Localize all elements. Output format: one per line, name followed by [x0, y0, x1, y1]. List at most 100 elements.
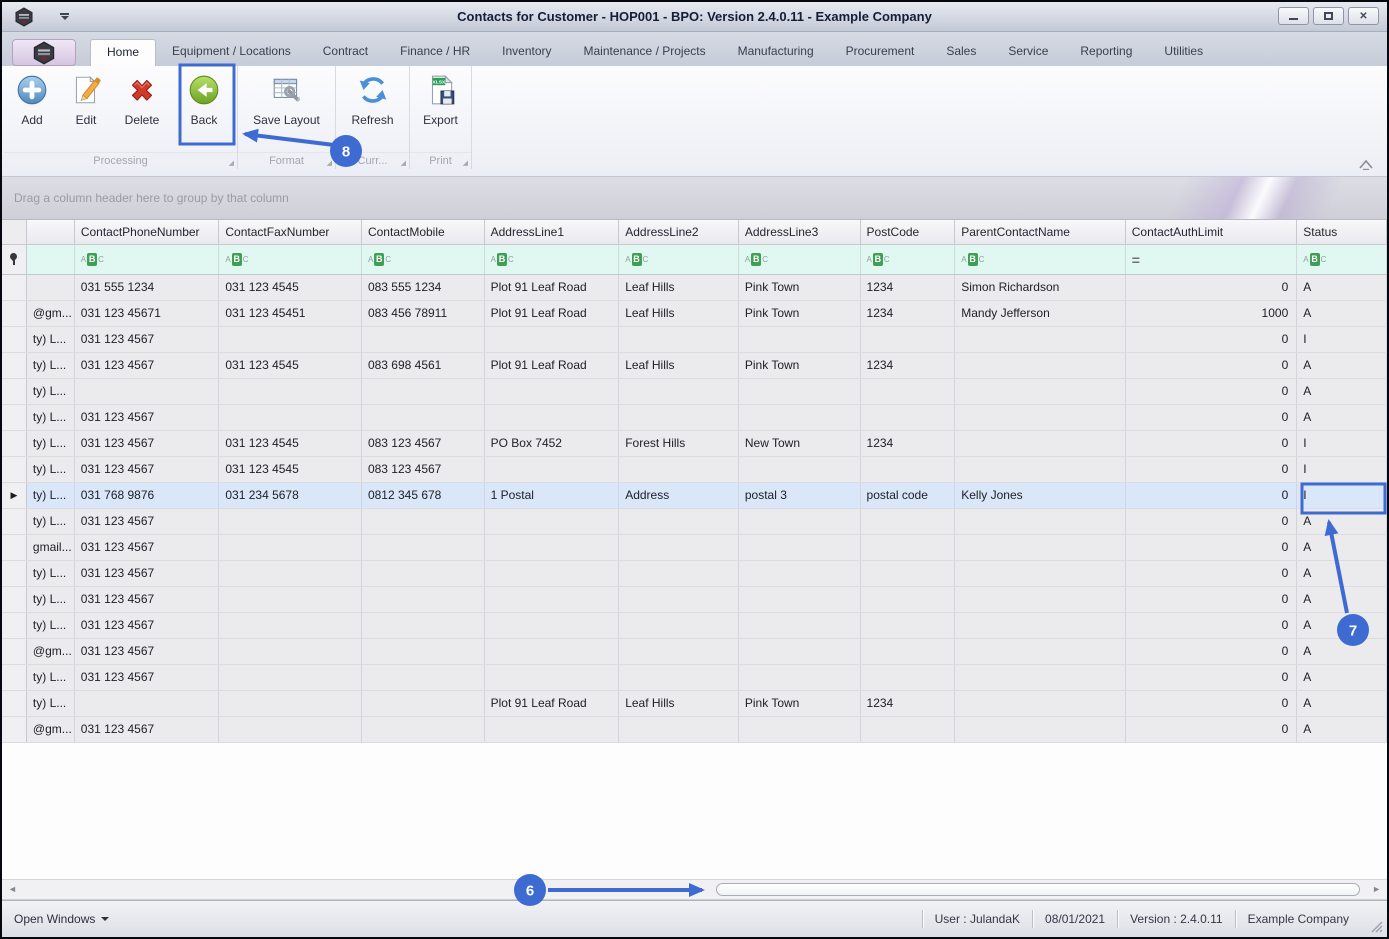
cell-addressline1[interactable]: Plot 91 Leaf Road	[485, 353, 620, 378]
cell-postcode[interactable]	[861, 327, 956, 352]
cell-contactmobile[interactable]	[362, 639, 485, 664]
cell-contactfaxnumber[interactable]	[219, 639, 362, 664]
tab-maintenance-projects[interactable]: Maintenance / Projects	[568, 39, 722, 66]
table-row[interactable]: @gm...031 123 45671031 123 45451083 456 …	[2, 301, 1387, 327]
cell-parentcontactname[interactable]	[955, 353, 1126, 378]
cell-parentcontactname[interactable]: Mandy Jefferson	[955, 301, 1126, 326]
cell-contactauthlimit[interactable]: 0	[1126, 327, 1298, 352]
maximize-button[interactable]	[1313, 7, 1344, 25]
cell-addressline2[interactable]	[619, 613, 739, 638]
cell-contactphonenumber[interactable]: 031 123 4567	[75, 405, 220, 430]
horizontal-scrollbar[interactable]: ◄ ►	[2, 879, 1387, 900]
cell-postcode[interactable]: 1234	[861, 301, 956, 326]
cell-postcode[interactable]: 1234	[861, 431, 956, 456]
cell-postcode[interactable]	[861, 587, 956, 612]
cell-truncated[interactable]	[27, 275, 75, 300]
cell-contactfaxnumber[interactable]	[219, 665, 362, 690]
column-header-postcode[interactable]: PostCode	[861, 220, 956, 244]
cell-addressline3[interactable]	[739, 379, 861, 404]
cell-truncated[interactable]: @gm...	[27, 717, 75, 742]
cell-truncated[interactable]: ty) L...	[27, 561, 75, 586]
tab-home[interactable]: Home	[90, 39, 156, 66]
tab-sales[interactable]: Sales	[930, 39, 992, 66]
export-button[interactable]: XLSX Export	[413, 70, 469, 127]
table-row[interactable]: ty) L...031 123 4567031 123 4545083 123 …	[2, 431, 1387, 457]
cell-status[interactable]: A	[1297, 717, 1387, 742]
filter-cell-addressline3[interactable]: ABC	[739, 245, 861, 274]
cell-contactphonenumber[interactable]: 031 123 4567	[75, 535, 220, 560]
table-row[interactable]: @gm...031 123 45670A	[2, 639, 1387, 665]
table-row[interactable]: ty) L...031 123 4567031 123 4545083 123 …	[2, 457, 1387, 483]
cell-truncated[interactable]: ty) L...	[27, 691, 75, 716]
cell-addressline1[interactable]: PO Box 7452	[485, 431, 620, 456]
filter-cell-addressline1[interactable]: ABC	[485, 245, 620, 274]
cell-contactfaxnumber[interactable]: 031 123 4545	[219, 275, 362, 300]
cell-postcode[interactable]: 1234	[861, 353, 956, 378]
cell-contactmobile[interactable]	[362, 665, 485, 690]
scroll-right-icon[interactable]: ►	[1372, 884, 1381, 894]
cell-contactauthlimit[interactable]: 0	[1126, 535, 1298, 560]
cell-contactmobile[interactable]: 083 123 4567	[362, 457, 485, 482]
table-row[interactable]: ty) L...031 123 45670I	[2, 327, 1387, 353]
cell-addressline1[interactable]	[485, 717, 620, 742]
cell-contactauthlimit[interactable]: 0	[1126, 613, 1298, 638]
cell-truncated[interactable]: ty) L...	[27, 509, 75, 534]
cell-parentcontactname[interactable]	[955, 587, 1126, 612]
cell-contactmobile[interactable]	[362, 613, 485, 638]
cell-status[interactable]: A	[1297, 535, 1387, 560]
cell-parentcontactname[interactable]: Kelly Jones	[955, 483, 1126, 508]
tab-utilities[interactable]: Utilities	[1148, 39, 1219, 66]
cell-addressline1[interactable]	[485, 327, 620, 352]
cell-parentcontactname[interactable]	[955, 561, 1126, 586]
cell-parentcontactname[interactable]	[955, 457, 1126, 482]
cell-addressline1[interactable]	[485, 639, 620, 664]
cell-truncated[interactable]: ty) L...	[27, 327, 75, 352]
application-menu-button[interactable]	[12, 39, 76, 66]
cell-parentcontactname[interactable]	[955, 509, 1126, 534]
cell-truncated[interactable]: ty) L...	[27, 379, 75, 404]
filter-cell-contactphonenumber[interactable]: ABC	[75, 245, 220, 274]
cell-truncated[interactable]: ty) L...	[27, 431, 75, 456]
column-header-truncated[interactable]	[27, 220, 75, 244]
table-row[interactable]: ty) L... 0A	[2, 379, 1387, 405]
filter-cell-contactauthlimit[interactable]: =	[1126, 245, 1298, 274]
cell-contactmobile[interactable]	[362, 587, 485, 612]
cell-addressline3[interactable]	[739, 717, 861, 742]
cell-contactfaxnumber[interactable]	[219, 327, 362, 352]
cell-addressline3[interactable]	[739, 509, 861, 534]
cell-contactmobile[interactable]: 083 123 4567	[362, 431, 485, 456]
column-header-contactfaxnumber[interactable]: ContactFaxNumber	[219, 220, 362, 244]
tab-manufacturing[interactable]: Manufacturing	[722, 39, 830, 66]
cell-contactauthlimit[interactable]: 0	[1126, 379, 1298, 404]
cell-addressline3[interactable]: Pink Town	[739, 301, 861, 326]
edit-button[interactable]: Edit	[60, 70, 112, 127]
cell-contactauthlimit[interactable]: 0	[1126, 457, 1298, 482]
cell-addressline2[interactable]	[619, 327, 739, 352]
scrollbar-thumb[interactable]	[716, 883, 1360, 896]
scroll-left-icon[interactable]: ◄	[8, 884, 17, 894]
column-header-status[interactable]: Status	[1297, 220, 1387, 244]
cell-contactfaxnumber[interactable]: 031 123 4545	[219, 457, 362, 482]
cell-parentcontactname[interactable]	[955, 405, 1126, 430]
cell-addressline2[interactable]	[619, 665, 739, 690]
cell-status[interactable]: A	[1297, 509, 1387, 534]
cell-parentcontactname[interactable]	[955, 379, 1126, 404]
cell-contactauthlimit[interactable]: 0	[1126, 587, 1298, 612]
filter-cell-contactfaxnumber[interactable]: ABC	[219, 245, 362, 274]
cell-addressline1[interactable]: Plot 91 Leaf Road	[485, 691, 620, 716]
cell-contactauthlimit[interactable]: 0	[1126, 717, 1298, 742]
table-row[interactable]: ty) L...031 123 45670A	[2, 509, 1387, 535]
add-button[interactable]: Add	[4, 70, 60, 127]
cell-addressline1[interactable]: 1 Postal	[485, 483, 620, 508]
cell-status[interactable]: A	[1297, 379, 1387, 404]
cell-contactphonenumber[interactable]: 031 123 4567	[75, 327, 220, 352]
cell-contactphonenumber[interactable]: 031 123 4567	[75, 613, 220, 638]
cell-addressline1[interactable]	[485, 379, 620, 404]
cell-postcode[interactable]: 1234	[861, 691, 956, 716]
minimize-button[interactable]	[1278, 7, 1309, 25]
cell-contactmobile[interactable]	[362, 509, 485, 534]
cell-addressline3[interactable]: postal 3	[739, 483, 861, 508]
cell-truncated[interactable]: ty) L...	[27, 353, 75, 378]
cell-contactauthlimit[interactable]: 0	[1126, 431, 1298, 456]
cell-contactauthlimit[interactable]: 1000	[1126, 301, 1298, 326]
